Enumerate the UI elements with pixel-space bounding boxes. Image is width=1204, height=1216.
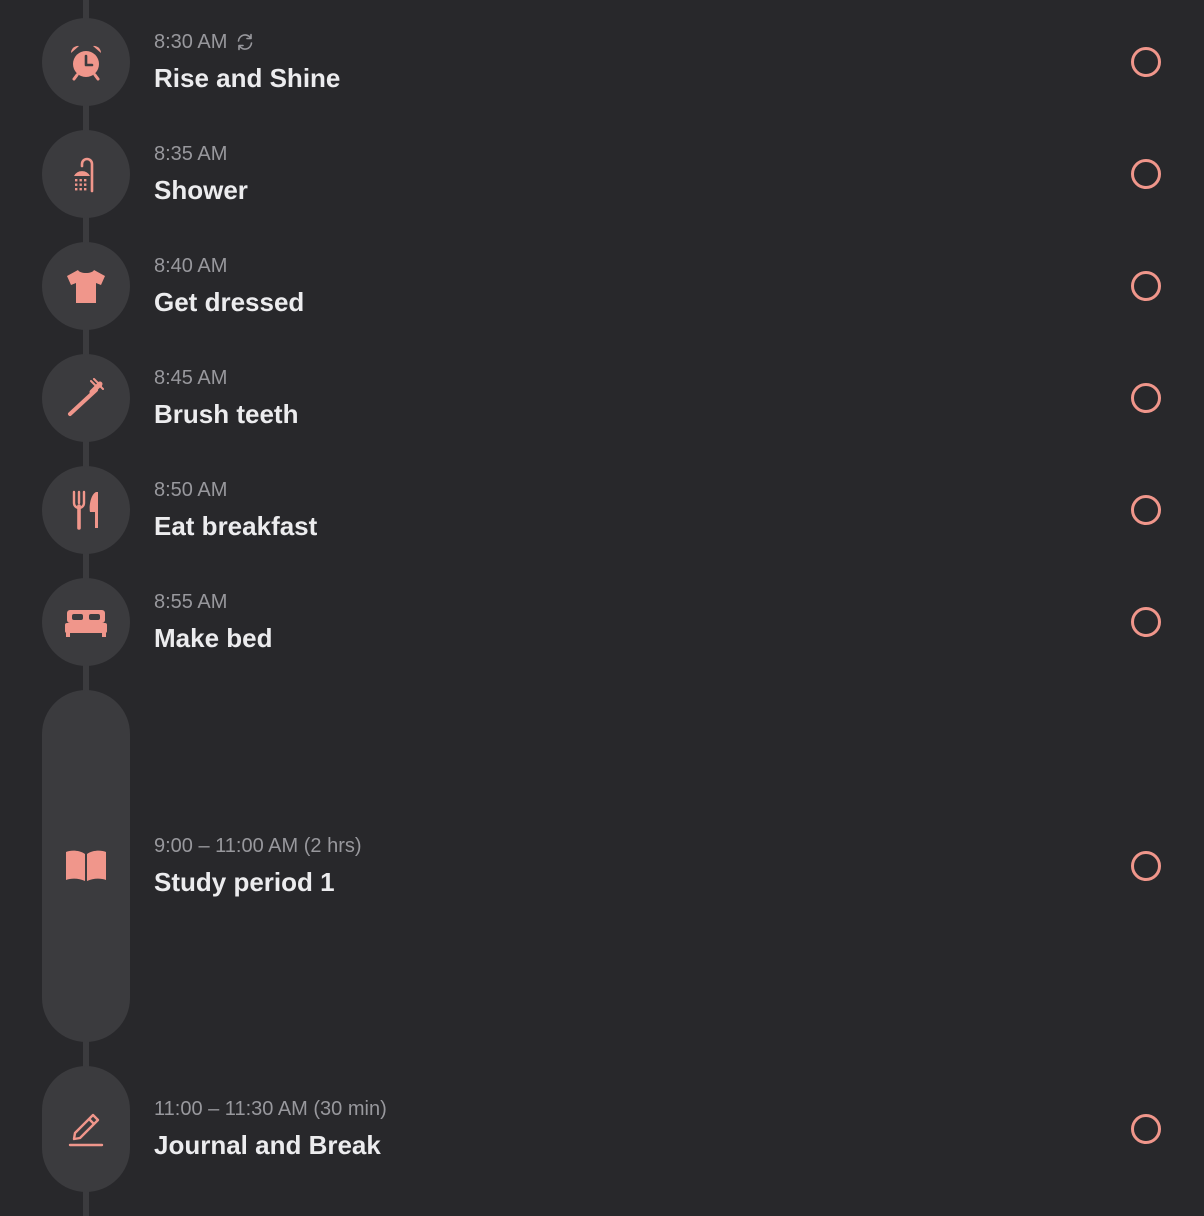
task-title: Eat breakfast (154, 511, 318, 541)
complete-checkbox[interactable] (1131, 159, 1161, 189)
task-time: 8:45 AM (154, 367, 228, 389)
book-icon (66, 850, 106, 881)
alarm-clock-icon (70, 45, 102, 81)
complete-checkbox[interactable] (1131, 607, 1161, 637)
task-time: 11:00 – 11:30 AM (30 min) (154, 1098, 387, 1120)
task-title: Journal and Break (154, 1130, 381, 1160)
task-time: 8:50 AM (154, 479, 228, 501)
complete-checkbox[interactable] (1131, 47, 1161, 77)
tshirt-icon (67, 270, 105, 303)
task-icon-pill (42, 1066, 130, 1192)
repeat-icon (238, 33, 253, 51)
task-time: 8:30 AM (154, 30, 340, 54)
task-title: Study period 1 (154, 867, 335, 897)
complete-checkbox[interactable] (1131, 1114, 1161, 1144)
task-icon-pill (42, 18, 130, 106)
complete-checkbox[interactable] (1131, 495, 1161, 525)
task-icon-pill (42, 466, 130, 554)
task-title: Rise and Shine (154, 63, 341, 93)
shower-icon (74, 157, 94, 193)
task-title: Brush teeth (154, 399, 299, 429)
task-icon-pill (42, 130, 130, 218)
task-title: Shower (154, 175, 248, 205)
complete-checkbox[interactable] (1131, 851, 1161, 881)
task-icon-pill (42, 690, 130, 1042)
task-icon-pill (42, 242, 130, 330)
toothbrush-icon (68, 378, 104, 416)
fork-knife-icon (72, 490, 98, 530)
complete-checkbox[interactable] (1131, 271, 1161, 301)
task-icon-pill (42, 354, 130, 442)
task-title: Get dressed (154, 287, 305, 317)
task-time: 8:35 AM (154, 143, 228, 165)
task-icon-pill (42, 578, 130, 666)
timeline: 8:30 AM Rise and Shine 8:35 AM Shower 8:… (0, 0, 1204, 1216)
task-time: 9:00 – 11:00 AM (2 hrs) (154, 835, 362, 857)
task-time: 8:55 AM (154, 591, 228, 613)
task-time: 8:40 AM (154, 255, 228, 277)
pencil-icon (68, 1113, 104, 1147)
complete-checkbox[interactable] (1131, 383, 1161, 413)
bed-icon (65, 610, 107, 637)
task-title: Make bed (154, 623, 273, 653)
